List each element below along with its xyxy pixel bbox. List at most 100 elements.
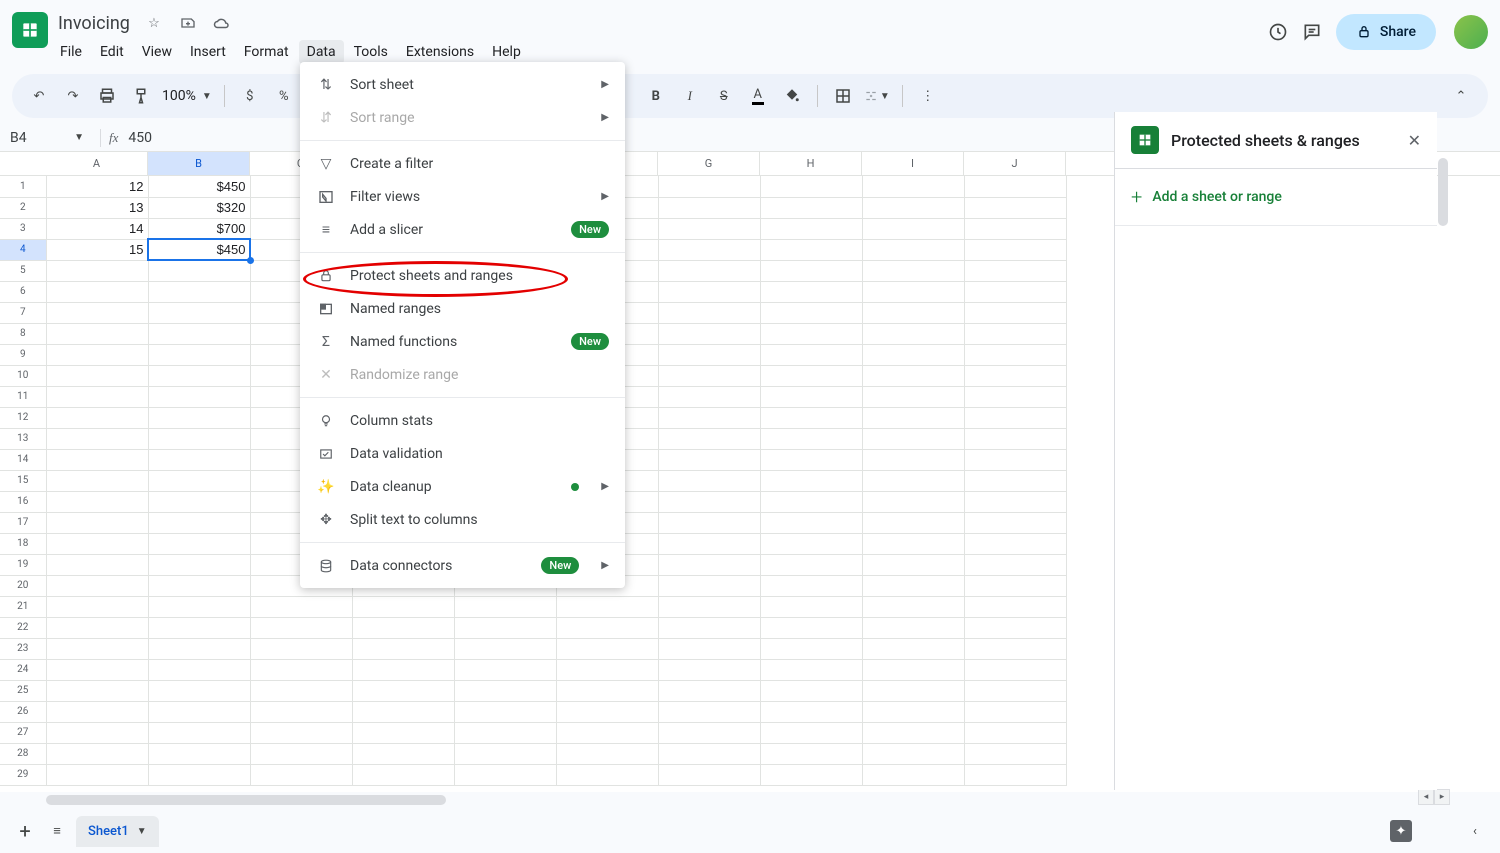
row-header[interactable]: 4 bbox=[0, 239, 46, 260]
cell[interactable] bbox=[862, 407, 964, 428]
avatar[interactable] bbox=[1454, 15, 1488, 49]
cell[interactable] bbox=[964, 764, 1066, 785]
text-color-icon[interactable]: A bbox=[745, 83, 771, 109]
cell[interactable] bbox=[556, 680, 658, 701]
cell[interactable] bbox=[862, 596, 964, 617]
cell[interactable] bbox=[148, 323, 250, 344]
cell[interactable] bbox=[964, 659, 1066, 680]
cell[interactable] bbox=[760, 722, 862, 743]
cell[interactable] bbox=[352, 638, 454, 659]
cell[interactable] bbox=[658, 365, 760, 386]
cell[interactable] bbox=[46, 428, 148, 449]
cell[interactable] bbox=[760, 176, 862, 197]
cell[interactable] bbox=[760, 743, 862, 764]
cell[interactable] bbox=[964, 638, 1066, 659]
cell[interactable] bbox=[148, 512, 250, 533]
cell[interactable] bbox=[250, 764, 352, 785]
row-header[interactable]: 26 bbox=[0, 701, 46, 722]
all-sheets-icon[interactable]: ≡ bbox=[44, 818, 70, 844]
row-header[interactable]: 18 bbox=[0, 533, 46, 554]
redo-icon[interactable]: ↷ bbox=[60, 83, 86, 109]
cell[interactable] bbox=[760, 365, 862, 386]
row-header[interactable]: 16 bbox=[0, 491, 46, 512]
cell[interactable] bbox=[46, 575, 148, 596]
cell[interactable]: 15 bbox=[46, 239, 148, 260]
menu-named-ranges[interactable]: Named ranges bbox=[300, 292, 625, 325]
menu-format[interactable]: Format bbox=[236, 40, 297, 64]
cell[interactable] bbox=[964, 575, 1066, 596]
cell[interactable] bbox=[964, 365, 1066, 386]
cell[interactable] bbox=[862, 281, 964, 302]
cell[interactable] bbox=[964, 470, 1066, 491]
cell[interactable] bbox=[658, 386, 760, 407]
cell[interactable] bbox=[760, 638, 862, 659]
cell[interactable] bbox=[862, 512, 964, 533]
move-icon[interactable] bbox=[178, 13, 198, 33]
cell[interactable] bbox=[964, 176, 1066, 197]
row-header[interactable]: 28 bbox=[0, 743, 46, 764]
cell[interactable] bbox=[760, 680, 862, 701]
cell[interactable] bbox=[658, 533, 760, 554]
cell[interactable] bbox=[862, 197, 964, 218]
cell[interactable] bbox=[862, 638, 964, 659]
col-header-J[interactable]: J bbox=[964, 152, 1066, 175]
menu-edit[interactable]: Edit bbox=[92, 40, 132, 64]
cell[interactable] bbox=[148, 659, 250, 680]
cell[interactable] bbox=[760, 344, 862, 365]
row-header[interactable]: 12 bbox=[0, 407, 46, 428]
cell[interactable] bbox=[658, 323, 760, 344]
sheet-tab[interactable]: Sheet1▼ bbox=[76, 816, 159, 847]
cell[interactable] bbox=[46, 281, 148, 302]
cell[interactable] bbox=[250, 680, 352, 701]
cell[interactable] bbox=[760, 470, 862, 491]
cell[interactable] bbox=[862, 323, 964, 344]
cell[interactable] bbox=[352, 680, 454, 701]
cell[interactable] bbox=[964, 554, 1066, 575]
cell[interactable] bbox=[862, 428, 964, 449]
cell[interactable] bbox=[862, 365, 964, 386]
cell[interactable] bbox=[760, 407, 862, 428]
cell[interactable] bbox=[556, 659, 658, 680]
cell[interactable] bbox=[46, 617, 148, 638]
cell[interactable] bbox=[148, 260, 250, 281]
star-icon[interactable]: ☆ bbox=[144, 13, 164, 33]
print-icon[interactable] bbox=[94, 83, 120, 109]
hscroll-right-icon[interactable]: ▸ bbox=[1434, 789, 1450, 805]
cell[interactable] bbox=[658, 659, 760, 680]
row-header[interactable]: 5 bbox=[0, 260, 46, 281]
cell[interactable] bbox=[658, 239, 760, 260]
cell[interactable] bbox=[862, 239, 964, 260]
cell[interactable] bbox=[352, 617, 454, 638]
cell[interactable] bbox=[658, 491, 760, 512]
cell[interactable] bbox=[862, 449, 964, 470]
cell[interactable] bbox=[862, 176, 964, 197]
cell[interactable] bbox=[46, 302, 148, 323]
cell[interactable] bbox=[760, 617, 862, 638]
cell[interactable]: $450 bbox=[148, 176, 250, 197]
percent-icon[interactable]: % bbox=[271, 83, 297, 109]
cell[interactable] bbox=[46, 449, 148, 470]
cell[interactable] bbox=[760, 281, 862, 302]
row-header[interactable]: 13 bbox=[0, 428, 46, 449]
cell[interactable] bbox=[148, 764, 250, 785]
sheets-logo[interactable] bbox=[12, 12, 48, 48]
cell[interactable] bbox=[148, 533, 250, 554]
cell[interactable] bbox=[760, 449, 862, 470]
cell[interactable] bbox=[862, 554, 964, 575]
cell[interactable] bbox=[658, 701, 760, 722]
cell[interactable] bbox=[250, 659, 352, 680]
cell[interactable] bbox=[760, 533, 862, 554]
cell[interactable] bbox=[46, 743, 148, 764]
cell[interactable] bbox=[760, 701, 862, 722]
row-header[interactable]: 29 bbox=[0, 764, 46, 785]
undo-icon[interactable]: ↶ bbox=[26, 83, 52, 109]
cell[interactable] bbox=[454, 764, 556, 785]
menu-create-filter[interactable]: ▽Create a filter bbox=[300, 147, 625, 180]
cell[interactable] bbox=[148, 407, 250, 428]
cell[interactable] bbox=[964, 701, 1066, 722]
cell[interactable] bbox=[964, 386, 1066, 407]
cell[interactable]: 13 bbox=[46, 197, 148, 218]
document-title[interactable]: Invoicing bbox=[58, 13, 130, 34]
menu-file[interactable]: File bbox=[52, 40, 90, 64]
fill-color-icon[interactable] bbox=[779, 83, 805, 109]
